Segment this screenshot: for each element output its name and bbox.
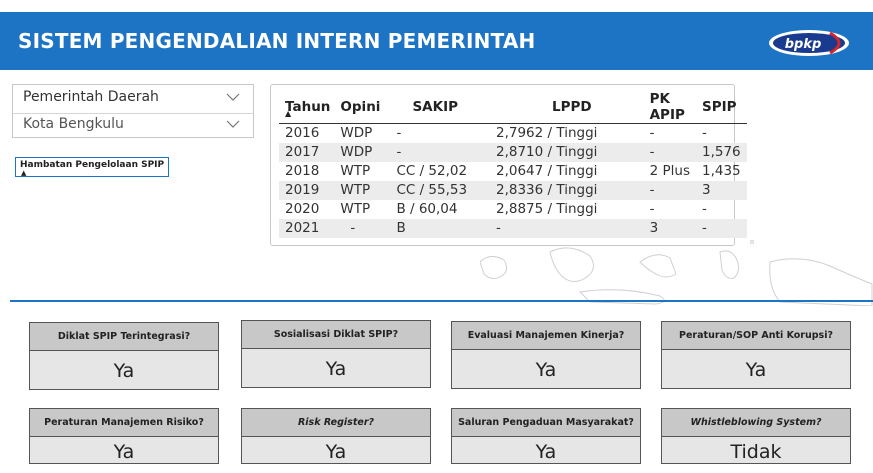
table-row: 2017 WDP - 2,8710 / Tinggi - 1,576 xyxy=(279,142,747,162)
cell-tahun: 2020 xyxy=(285,201,320,217)
cell-tahun: 2018 xyxy=(285,163,320,179)
region-dropdown[interactable]: Kota Bengkulu xyxy=(13,113,253,137)
card-value: Ya xyxy=(113,360,135,382)
cell-lppd: - xyxy=(490,218,644,238)
table-row: 2016 WDP - 2,7962 / Tinggi - - xyxy=(279,123,747,143)
cell-sakip: - xyxy=(394,142,490,162)
card-diklat-spip: Diklat SPIP Terintegrasi? Ya xyxy=(29,322,219,390)
card-whistleblowing: Whistleblowing System? Tidak xyxy=(661,408,851,464)
logo-text: bpkp xyxy=(785,37,822,52)
col-header-tahun[interactable]: Tahun ▲ xyxy=(279,91,336,124)
card-title: Peraturan Manajemen Risiko? xyxy=(30,409,218,437)
cell-tahun: 2017 xyxy=(279,142,337,162)
cell-opini: WTP xyxy=(336,180,395,200)
cell-opini: WTP xyxy=(340,201,371,217)
level-dropdown-value: Pemerintah Daerah xyxy=(23,89,159,105)
cell-opini: - xyxy=(336,218,395,238)
table-row: 2020 WTP B / 60,04 2,8875 / Tinggi - - xyxy=(279,200,747,219)
table-header-row: Tahun ▲ Opini SAKIP LPPD PK APIP SPIP xyxy=(279,91,747,124)
card-evaluasi-manajemen: Evaluasi Manajemen Kinerja? Ya xyxy=(451,321,641,389)
hambatan-button[interactable]: Hambatan Pengelolaan SPIP ▲ xyxy=(15,157,170,177)
section-divider xyxy=(10,300,873,302)
table-row: 2021 - B - 3 - xyxy=(279,218,747,238)
cell-sakip: B xyxy=(394,218,490,238)
card-title: Saluran Pengaduan Masyarakat? xyxy=(452,409,640,437)
card-title: Peraturan/SOP Anti Korupsi? xyxy=(662,322,850,350)
cell-spip: 1,576 xyxy=(695,142,747,162)
cell-opini: WDP xyxy=(336,123,395,143)
summary-table-card: Tahun ▲ Opini SAKIP LPPD PK APIP SPIP 201… xyxy=(270,84,747,246)
cell-lppd: 2,0647 / Tinggi xyxy=(496,163,598,179)
cell-sakip: CC / 55,53 xyxy=(394,180,490,200)
cell-sakip: B / 60,04 xyxy=(396,201,458,217)
cell-opini: WTP xyxy=(340,163,371,179)
sort-up-icon: ▲ xyxy=(285,109,292,118)
cell-lppd: 2,8710 / Tinggi xyxy=(490,142,644,162)
bpkp-logo: bpkp xyxy=(769,30,849,56)
col-header-spip[interactable]: SPIP xyxy=(696,91,747,124)
sort-up-icon: ▲ xyxy=(21,169,27,177)
cell-spip: - xyxy=(695,123,747,143)
page-title: SISTEM PENGENDALIAN INTERN PEMERINTAH xyxy=(18,29,536,53)
col-header-lppd[interactable]: LPPD xyxy=(490,91,644,124)
col-header-sakip[interactable]: SAKIP xyxy=(394,91,490,124)
card-value: Ya xyxy=(745,359,767,381)
card-manajemen-risiko: Peraturan Manajemen Risiko? Ya xyxy=(29,408,219,464)
col-header-pk-apip[interactable]: PK APIP xyxy=(644,91,696,124)
app-header: SISTEM PENGENDALIAN INTERN PEMERINTAH bp… xyxy=(0,12,873,70)
cell-sakip: - xyxy=(394,123,490,143)
card-saluran-pengaduan: Saluran Pengaduan Masyarakat? Ya xyxy=(451,408,641,464)
cell-lppd: 2,8336 / Tinggi xyxy=(490,180,644,200)
card-sop-anti-korupsi: Peraturan/SOP Anti Korupsi? Ya xyxy=(661,321,851,389)
cell-pk-apip: 2 Plus xyxy=(649,163,690,179)
cell-spip: 1,435 xyxy=(701,163,741,179)
level-dropdown[interactable]: Pemerintah Daerah xyxy=(13,87,253,111)
hambatan-button-label: Hambatan Pengelolaan SPIP xyxy=(20,160,165,170)
card-value: Ya xyxy=(325,441,347,463)
cell-lppd: 2,8875 / Tinggi xyxy=(496,201,598,217)
card-title: Sosialisasi Diklat SPIP? xyxy=(242,321,430,349)
cell-spip: - xyxy=(701,201,707,217)
card-value: Ya xyxy=(113,441,135,463)
card-title: Diklat SPIP Terintegrasi? xyxy=(30,323,218,351)
card-sosialisasi-diklat: Sosialisasi Diklat SPIP? Ya xyxy=(241,320,431,388)
card-value: Tidak xyxy=(730,441,782,463)
card-value: Ya xyxy=(325,358,347,380)
cell-spip: - xyxy=(695,218,747,238)
cell-tahun: 2016 xyxy=(279,123,337,143)
cell-pk-apip: - xyxy=(643,123,696,143)
cell-tahun: 2021 xyxy=(279,218,337,238)
summary-table: Tahun ▲ Opini SAKIP LPPD PK APIP SPIP 201… xyxy=(279,91,747,238)
card-title: Evaluasi Manajemen Kinerja? xyxy=(452,322,640,350)
col-header-opini[interactable]: Opini xyxy=(336,91,394,124)
chevron-down-icon[interactable] xyxy=(225,118,241,130)
chevron-down-icon[interactable] xyxy=(225,91,241,103)
region-dropdown-value: Kota Bengkulu xyxy=(23,116,124,132)
cell-pk-apip: - xyxy=(643,180,696,200)
cell-tahun: 2019 xyxy=(279,180,337,200)
cell-lppd: 2,7962 / Tinggi xyxy=(490,123,644,143)
table-row: 2018 WTP CC / 52,02 2,0647 / Tinggi 2 Pl… xyxy=(279,162,747,181)
region-slicer: Pemerintah Daerah Kota Bengkulu xyxy=(12,84,254,138)
cell-sakip: CC / 52,02 xyxy=(396,163,468,179)
cell-pk-apip: - xyxy=(649,201,655,217)
cell-opini: WDP xyxy=(336,142,395,162)
cell-spip: 3 xyxy=(695,180,747,200)
table-row: 2019 WTP CC / 55,53 2,8336 / Tinggi - 3 xyxy=(279,180,747,200)
cell-pk-apip: - xyxy=(643,142,696,162)
cell-pk-apip: 3 xyxy=(643,218,696,238)
card-risk-register: Risk Register? Ya xyxy=(241,408,431,464)
card-title: Whistleblowing System? xyxy=(662,409,850,437)
card-value: Ya xyxy=(535,441,557,463)
card-title: Risk Register? xyxy=(242,409,430,437)
card-value: Ya xyxy=(535,359,557,381)
